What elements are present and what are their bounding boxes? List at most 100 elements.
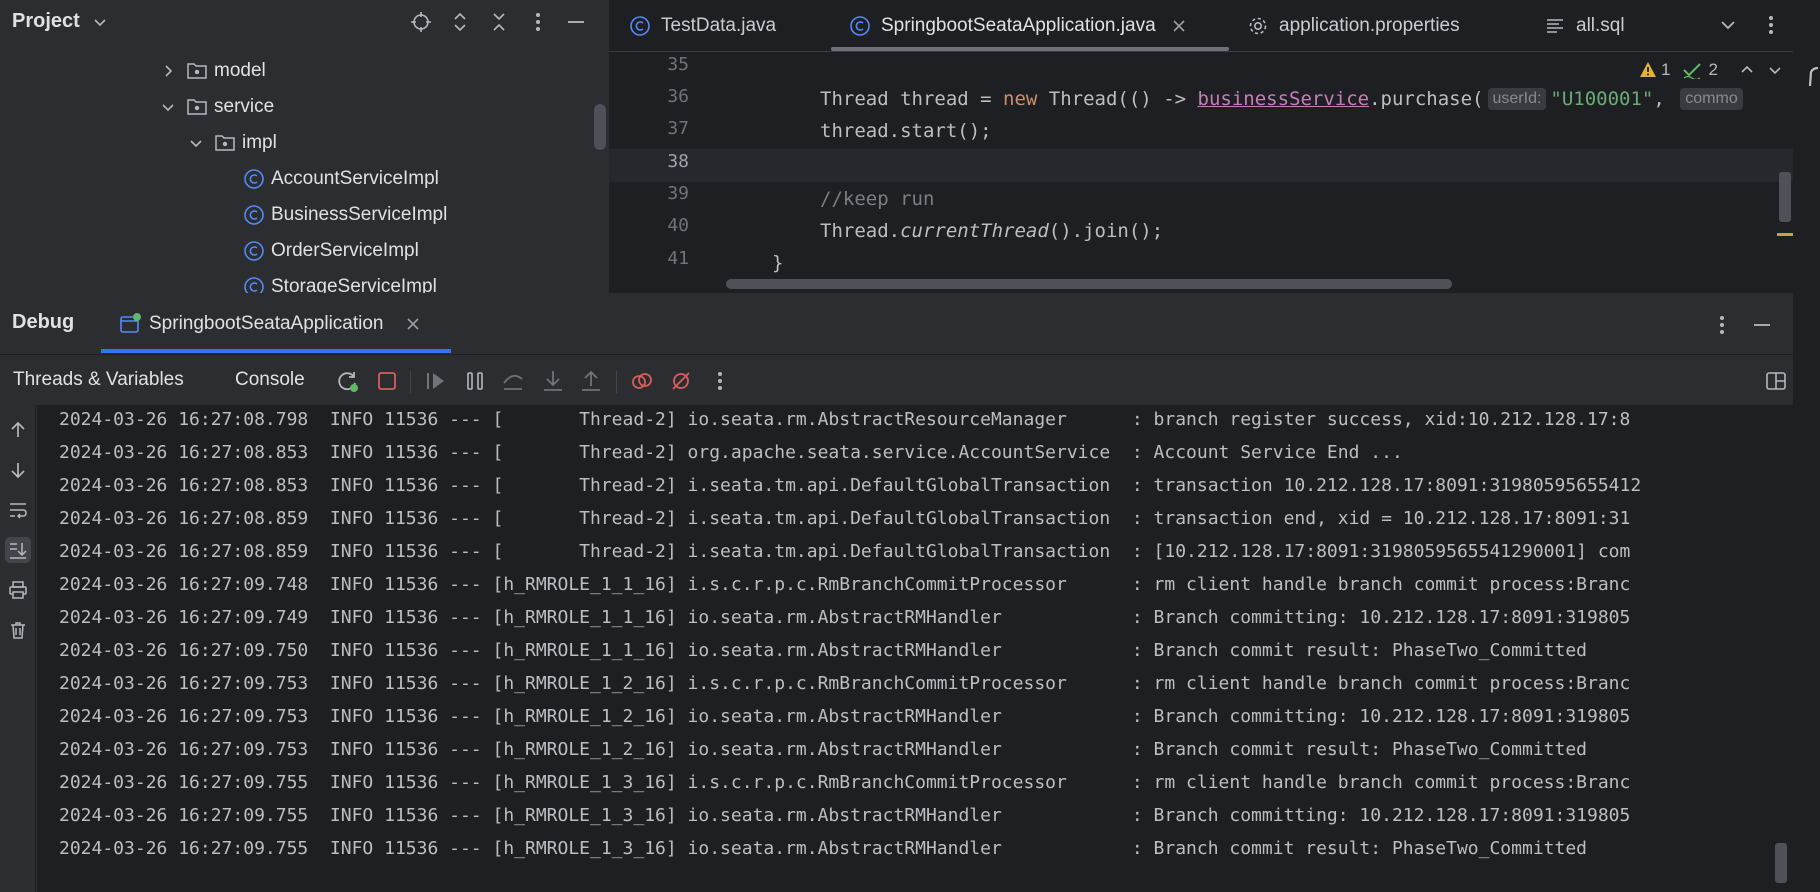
chevron-down-icon[interactable] (186, 133, 206, 153)
tab-testdata-java[interactable]: TestData.java (629, 0, 776, 52)
chevron-down-icon[interactable] (1716, 13, 1740, 37)
chevron-right-icon[interactable] (158, 61, 178, 81)
trash-icon[interactable] (5, 617, 31, 643)
minimize-icon[interactable] (564, 10, 588, 34)
line-number: 37 (667, 118, 689, 139)
code-line-40[interactable]: Thread.currentThread().join(); (820, 216, 1163, 246)
tree-item-orderserviceimpl[interactable]: OrderServiceImpl (243, 233, 419, 269)
tree-item-service[interactable]: service (158, 89, 274, 125)
java-class-icon (850, 16, 870, 36)
java-class-icon (244, 205, 264, 225)
resume-icon[interactable] (423, 368, 449, 394)
tree-item-label: StorageServiceImpl (271, 276, 437, 293)
console-output[interactable]: 2024-03-26 16:27:08.798 INFO 11536 --- [… (37, 405, 1793, 892)
minimize-icon[interactable] (1750, 313, 1774, 337)
chevron-down-icon[interactable] (1766, 61, 1784, 79)
app-window-icon (119, 313, 141, 335)
print-icon[interactable] (5, 577, 31, 603)
tab-label: all.sql (1576, 15, 1625, 36)
stop-icon[interactable] (374, 368, 400, 394)
code-text: Thread. (820, 220, 901, 242)
more-options-icon[interactable] (707, 368, 733, 394)
code-static-call: currentThread (900, 220, 1049, 242)
line-number: 35 (667, 54, 689, 75)
code-keyword: new (1003, 88, 1038, 110)
console-scrollbar[interactable] (1775, 843, 1787, 883)
package-folder-icon (215, 135, 235, 151)
mute-breakpoints-icon[interactable] (668, 368, 694, 394)
tab-threads-variables[interactable]: Threads & Variables (13, 369, 184, 391)
inspections-widget[interactable]: 1 2 (1639, 58, 1784, 82)
tab-label: application.properties (1279, 15, 1460, 36)
check-icon (1683, 63, 1702, 79)
tree-item-impl[interactable]: impl (186, 125, 277, 161)
package-folder-icon (187, 63, 207, 79)
log-line: 2024-03-26 16:27:09.749 INFO 11536 --- [… (59, 607, 1631, 628)
tree-item-label: AccountServiceImpl (271, 168, 439, 189)
close-icon[interactable] (1172, 19, 1186, 33)
right-tool-strip (1793, 0, 1820, 892)
tree-item-model[interactable]: model (158, 53, 266, 89)
chevron-down-icon[interactable] (158, 97, 178, 117)
line-number: 40 (667, 215, 689, 236)
tab-springbootseataapplication-java[interactable]: SpringbootSeataApplication.java (849, 0, 1186, 52)
code-string: "U100001" (1550, 88, 1654, 110)
code-line-36[interactable]: Thread thread = new Thread(() -> busines… (820, 84, 1747, 114)
code-comment: //keep run (820, 188, 935, 210)
line-number: 41 (667, 248, 689, 269)
line-number: 36 (667, 86, 689, 107)
close-icon[interactable] (406, 317, 420, 331)
code-text: , (1653, 88, 1677, 110)
pause-icon[interactable] (462, 368, 488, 394)
more-options-icon[interactable] (1759, 13, 1783, 37)
tree-item-label: OrderServiceImpl (271, 240, 419, 261)
active-tab-indicator (831, 47, 1229, 51)
debug-session-tab[interactable]: SpringbootSeataApplication (101, 293, 451, 355)
tree-item-accountserviceimpl[interactable]: AccountServiceImpl (243, 161, 439, 197)
console-side-toolbar (0, 405, 36, 892)
locate-icon[interactable] (409, 10, 433, 34)
code-line-39[interactable]: //keep run (820, 184, 934, 214)
code-line-41[interactable]: } (772, 248, 783, 278)
view-breakpoints-icon[interactable] (629, 368, 655, 394)
tree-item-businessserviceimpl[interactable]: BusinessServiceImpl (243, 197, 447, 233)
more-options-icon[interactable] (1710, 313, 1734, 337)
editor-vertical-scrollbar[interactable] (1779, 172, 1791, 222)
log-line: 2024-03-26 16:27:09.753 INFO 11536 --- [… (59, 739, 1588, 760)
tree-item-label: BusinessServiceImpl (271, 204, 448, 225)
line-number: 39 (667, 183, 689, 204)
layout-icon[interactable] (1763, 368, 1789, 394)
tree-item-label: service (214, 96, 275, 117)
soft-wrap-icon[interactable] (5, 497, 31, 523)
project-scrollbar[interactable] (594, 104, 606, 150)
tab-all-sql[interactable]: all.sql (1544, 0, 1625, 52)
project-panel: Project model service impl AccountServic… (0, 0, 609, 293)
log-line: 2024-03-26 16:27:08.798 INFO 11536 --- [… (59, 409, 1631, 430)
arrow-down-icon[interactable] (5, 457, 31, 483)
chevron-down-icon[interactable] (92, 14, 108, 30)
java-class-icon (630, 16, 650, 36)
editor-horizontal-scrollbar[interactable] (726, 279, 1452, 289)
collapse-all-icon[interactable] (487, 10, 511, 34)
tab-console[interactable]: Console (235, 369, 305, 391)
code-text: } (772, 252, 784, 274)
log-line: 2024-03-26 16:27:09.748 INFO 11536 --- [… (59, 574, 1631, 595)
code-text: Thread thread = (820, 88, 1004, 110)
rerun-icon[interactable] (335, 368, 361, 394)
ok-count: 2 (1708, 60, 1718, 79)
chevron-up-icon[interactable] (1738, 61, 1756, 79)
step-over-icon[interactable] (500, 368, 526, 394)
expand-all-icon[interactable] (448, 10, 472, 34)
tool-window-icon[interactable] (1807, 62, 1819, 88)
warning-count: 1 (1661, 60, 1671, 79)
tree-item-storageserviceimpl[interactable]: StorageServiceImpl (243, 269, 437, 293)
scroll-to-end-icon[interactable] (5, 537, 31, 563)
tab-application-properties[interactable]: application.properties (1247, 0, 1460, 52)
editor-tab-bar: TestData.java SpringbootSeataApplication… (609, 0, 1820, 52)
arrow-up-icon[interactable] (5, 417, 31, 443)
step-into-icon[interactable] (540, 368, 566, 394)
code-line-37[interactable]: thread.start(); (820, 116, 992, 146)
step-out-icon[interactable] (578, 368, 604, 394)
more-options-icon[interactable] (526, 10, 550, 34)
project-title[interactable]: Project (12, 10, 80, 33)
